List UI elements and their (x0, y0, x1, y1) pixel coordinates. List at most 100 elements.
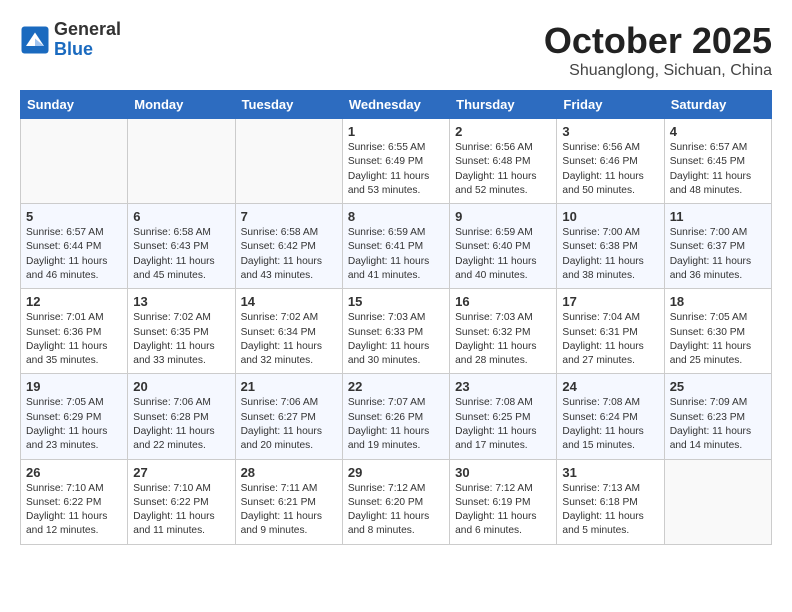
day-info: Sunrise: 7:05 AM Sunset: 6:29 PM Dayligh… (26, 396, 122, 453)
day-number: 2 (455, 124, 551, 139)
day-info: Sunrise: 7:08 AM Sunset: 6:24 PM Dayligh… (562, 396, 658, 453)
calendar-cell: 24 Sunrise: 7:08 AM Sunset: 6:24 PM Dayli… (557, 374, 664, 459)
day-info: Sunrise: 6:58 AM Sunset: 6:42 PM Dayligh… (241, 226, 337, 283)
calendar-cell: 25 Sunrise: 7:09 AM Sunset: 6:23 PM Dayli… (664, 374, 771, 459)
weekday-header-saturday: Saturday (664, 91, 771, 119)
day-info: Sunrise: 6:56 AM Sunset: 6:46 PM Dayligh… (562, 141, 658, 198)
calendar-cell: 18Sunrise: 7:05 AM Sunset: 6:30 PM Dayli… (664, 289, 771, 374)
day-info: Sunrise: 7:07 AM Sunset: 6:26 PM Dayligh… (348, 396, 444, 453)
weekday-header-row: SundayMondayTuesdayWednesdayThursdayFrid… (21, 91, 772, 119)
day-info: Sunrise: 7:06 AM Sunset: 6:27 PM Dayligh… (241, 396, 337, 453)
logo-blue: Blue (54, 40, 121, 60)
day-info: Sunrise: 6:57 AM Sunset: 6:45 PM Dayligh… (670, 141, 766, 198)
calendar-cell: 17 Sunrise: 7:04 AM Sunset: 6:31 PM Dayli… (557, 289, 664, 374)
calendar-cell: 7 Sunrise: 6:58 AM Sunset: 6:42 PM Daylig… (235, 204, 342, 289)
day-info: Sunrise: 6:59 AM Sunset: 6:40 PM Dayligh… (455, 226, 551, 283)
calendar-cell: 3 Sunrise: 6:56 AM Sunset: 6:46 PM Daylig… (557, 119, 664, 204)
day-number: 4 (670, 124, 766, 139)
day-number: 27 (133, 465, 229, 480)
calendar-cell: 26 Sunrise: 7:10 AM Sunset: 6:22 PM Dayli… (21, 459, 128, 544)
day-info: Sunrise: 6:59 AM Sunset: 6:41 PM Dayligh… (348, 226, 444, 283)
day-number: 26 (26, 465, 122, 480)
calendar-cell: 21Sunrise: 7:06 AM Sunset: 6:27 PM Dayli… (235, 374, 342, 459)
calendar-cell: 31 Sunrise: 7:13 AM Sunset: 6:18 PM Dayli… (557, 459, 664, 544)
day-info: Sunrise: 7:09 AM Sunset: 6:23 PM Dayligh… (670, 396, 766, 453)
day-number: 14 (241, 294, 337, 309)
calendar-cell: 23Sunrise: 7:08 AM Sunset: 6:25 PM Dayli… (450, 374, 557, 459)
day-info: Sunrise: 7:06 AM Sunset: 6:28 PM Dayligh… (133, 396, 229, 453)
calendar-cell: 14Sunrise: 7:02 AM Sunset: 6:34 PM Dayli… (235, 289, 342, 374)
weekday-header-monday: Monday (128, 91, 235, 119)
week-row-5: 26 Sunrise: 7:10 AM Sunset: 6:22 PM Dayli… (21, 459, 772, 544)
day-number: 9 (455, 209, 551, 224)
calendar-cell: 28Sunrise: 7:11 AM Sunset: 6:21 PM Dayli… (235, 459, 342, 544)
calendar-cell: 30Sunrise: 7:12 AM Sunset: 6:19 PM Dayli… (450, 459, 557, 544)
calendar-cell (235, 119, 342, 204)
day-number: 12 (26, 294, 122, 309)
day-number: 6 (133, 209, 229, 224)
day-number: 22 (348, 379, 444, 394)
day-info: Sunrise: 7:11 AM Sunset: 6:21 PM Dayligh… (241, 482, 337, 539)
calendar-cell: 12 Sunrise: 7:01 AM Sunset: 6:36 PM Dayli… (21, 289, 128, 374)
day-number: 31 (562, 465, 658, 480)
calendar-cell: 8 Sunrise: 6:59 AM Sunset: 6:41 PM Daylig… (342, 204, 449, 289)
day-number: 1 (348, 124, 444, 139)
day-info: Sunrise: 7:13 AM Sunset: 6:18 PM Dayligh… (562, 482, 658, 539)
day-number: 10 (562, 209, 658, 224)
calendar-cell: 1 Sunrise: 6:55 AM Sunset: 6:49 PM Daylig… (342, 119, 449, 204)
day-number: 25 (670, 379, 766, 394)
calendar-cell (128, 119, 235, 204)
calendar-cell: 5 Sunrise: 6:57 AM Sunset: 6:44 PM Daylig… (21, 204, 128, 289)
day-info: Sunrise: 6:57 AM Sunset: 6:44 PM Dayligh… (26, 226, 122, 283)
day-number: 20 (133, 379, 229, 394)
weekday-header-sunday: Sunday (21, 91, 128, 119)
calendar-cell: 4 Sunrise: 6:57 AM Sunset: 6:45 PM Daylig… (664, 119, 771, 204)
calendar-cell: 9 Sunrise: 6:59 AM Sunset: 6:40 PM Daylig… (450, 204, 557, 289)
day-info: Sunrise: 7:00 AM Sunset: 6:38 PM Dayligh… (562, 226, 658, 283)
day-number: 3 (562, 124, 658, 139)
day-number: 24 (562, 379, 658, 394)
day-info: Sunrise: 6:58 AM Sunset: 6:43 PM Dayligh… (133, 226, 229, 283)
day-number: 15 (348, 294, 444, 309)
day-number: 5 (26, 209, 122, 224)
page-header: General Blue October 2025 Shuanglong, Si… (20, 20, 772, 80)
week-row-2: 5 Sunrise: 6:57 AM Sunset: 6:44 PM Daylig… (21, 204, 772, 289)
day-info: Sunrise: 7:12 AM Sunset: 6:19 PM Dayligh… (455, 482, 551, 539)
week-row-3: 12 Sunrise: 7:01 AM Sunset: 6:36 PM Dayli… (21, 289, 772, 374)
calendar-cell: 11 Sunrise: 7:00 AM Sunset: 6:37 PM Dayli… (664, 204, 771, 289)
calendar-cell: 27Sunrise: 7:10 AM Sunset: 6:22 PM Dayli… (128, 459, 235, 544)
calendar-table: SundayMondayTuesdayWednesdayThursdayFrid… (20, 90, 772, 545)
day-number: 19 (26, 379, 122, 394)
day-number: 11 (670, 209, 766, 224)
day-number: 7 (241, 209, 337, 224)
day-info: Sunrise: 7:00 AM Sunset: 6:37 PM Dayligh… (670, 226, 766, 283)
day-info: Sunrise: 7:04 AM Sunset: 6:31 PM Dayligh… (562, 311, 658, 368)
day-info: Sunrise: 6:55 AM Sunset: 6:49 PM Dayligh… (348, 141, 444, 198)
weekday-header-wednesday: Wednesday (342, 91, 449, 119)
weekday-header-tuesday: Tuesday (235, 91, 342, 119)
day-info: Sunrise: 7:03 AM Sunset: 6:32 PM Dayligh… (455, 311, 551, 368)
calendar-cell: 6 Sunrise: 6:58 AM Sunset: 6:43 PM Daylig… (128, 204, 235, 289)
day-info: Sunrise: 7:10 AM Sunset: 6:22 PM Dayligh… (26, 482, 122, 539)
day-info: Sunrise: 7:02 AM Sunset: 6:35 PM Dayligh… (133, 311, 229, 368)
calendar-cell: 13Sunrise: 7:02 AM Sunset: 6:35 PM Dayli… (128, 289, 235, 374)
week-row-4: 19 Sunrise: 7:05 AM Sunset: 6:29 PM Dayli… (21, 374, 772, 459)
calendar-cell: 29Sunrise: 7:12 AM Sunset: 6:20 PM Dayli… (342, 459, 449, 544)
day-number: 18 (670, 294, 766, 309)
logo-icon (20, 25, 50, 55)
weekday-header-friday: Friday (557, 91, 664, 119)
calendar-cell: 20 Sunrise: 7:06 AM Sunset: 6:28 PM Dayli… (128, 374, 235, 459)
day-number: 17 (562, 294, 658, 309)
calendar-cell: 2Sunrise: 6:56 AM Sunset: 6:48 PM Daylig… (450, 119, 557, 204)
logo-text: General Blue (54, 20, 121, 60)
day-number: 16 (455, 294, 551, 309)
day-info: Sunrise: 7:12 AM Sunset: 6:20 PM Dayligh… (348, 482, 444, 539)
day-info: Sunrise: 7:01 AM Sunset: 6:36 PM Dayligh… (26, 311, 122, 368)
calendar-cell: 16 Sunrise: 7:03 AM Sunset: 6:32 PM Dayli… (450, 289, 557, 374)
logo-general: General (54, 20, 121, 40)
calendar-cell: 10 Sunrise: 7:00 AM Sunset: 6:38 PM Dayli… (557, 204, 664, 289)
month-title: October 2025 (544, 20, 772, 62)
day-number: 8 (348, 209, 444, 224)
logo: General Blue (20, 20, 121, 60)
day-info: Sunrise: 7:03 AM Sunset: 6:33 PM Dayligh… (348, 311, 444, 368)
